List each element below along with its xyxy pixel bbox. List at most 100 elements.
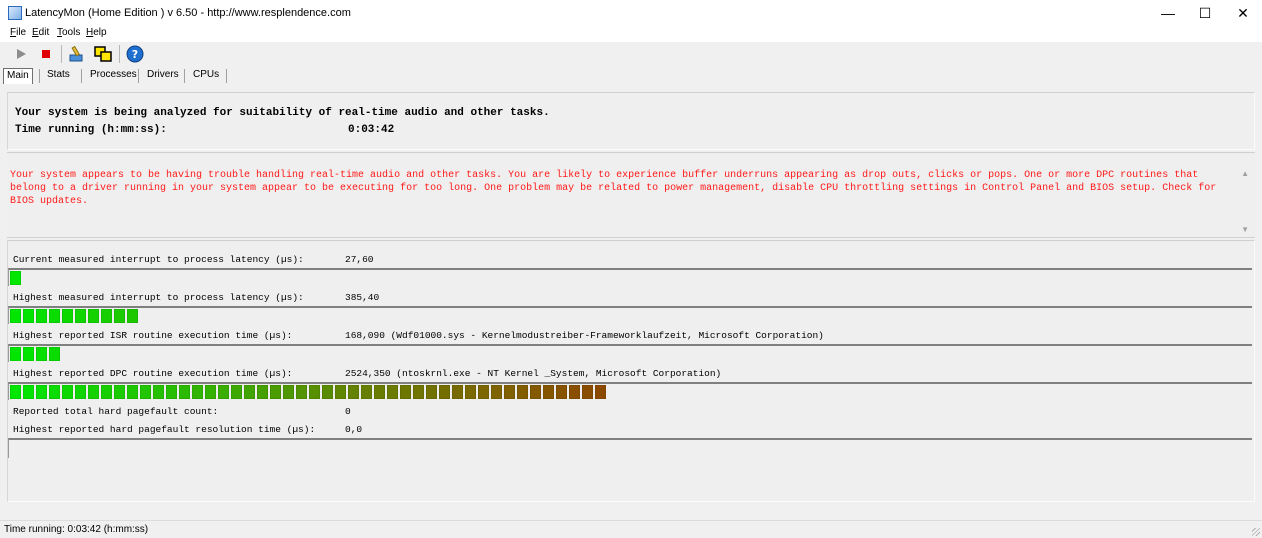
maximize-button[interactable]: ☐ xyxy=(1187,0,1223,26)
menu-file[interactable]: File xyxy=(10,27,26,38)
bar-segment xyxy=(10,271,21,285)
analysis-status: Your system is being analyzed for suitab… xyxy=(15,107,550,119)
bar-segment xyxy=(23,309,34,323)
bar-segment xyxy=(244,385,255,399)
bar-segment xyxy=(10,385,21,399)
time-running-value: 0:03:42 xyxy=(348,124,395,136)
bar-segment xyxy=(348,385,359,399)
tab-separator xyxy=(39,69,40,83)
pagefault-time-bar xyxy=(8,438,1252,458)
play-icon[interactable] xyxy=(12,45,30,63)
help-icon[interactable]: ? xyxy=(126,45,144,63)
window-title: LatencyMon (Home Edition ) v 6.50 - http… xyxy=(25,7,351,19)
svg-text:?: ? xyxy=(132,48,138,61)
menu-help[interactable]: Help xyxy=(86,27,107,38)
tab-separator xyxy=(226,69,227,83)
bar-segment xyxy=(36,385,47,399)
bar-segment xyxy=(114,385,125,399)
drivers-icon[interactable] xyxy=(68,45,86,63)
bar-segment xyxy=(75,309,86,323)
bar-segment xyxy=(231,385,242,399)
bar-segment xyxy=(36,347,47,361)
highest-latency-bar-fill xyxy=(10,309,138,323)
tab-processes[interactable]: Processes xyxy=(87,68,140,84)
scroll-down-arrow[interactable]: ▼ xyxy=(1241,225,1249,234)
highest-latency-value: 385,40 xyxy=(345,292,380,303)
pagefault-count-label: Reported total hard pagefault count: xyxy=(13,406,219,417)
isr-time-bar xyxy=(8,344,1252,362)
tab-stats[interactable]: Stats xyxy=(44,68,73,84)
time-running-label: Time running (h:mm:ss): xyxy=(15,124,167,136)
bar-segment xyxy=(582,385,593,399)
toolbar-separator xyxy=(119,45,120,63)
tab-separator xyxy=(81,69,82,83)
title-bar: LatencyMon (Home Edition ) v 6.50 - http… xyxy=(0,0,1262,26)
bar-segment xyxy=(478,385,489,399)
bar-segment xyxy=(179,385,190,399)
bar-segment xyxy=(36,309,47,323)
scroll-up-arrow[interactable]: ▲ xyxy=(1241,169,1249,178)
tab-bar: Main Stats Processes Drivers CPUs xyxy=(0,66,1262,86)
tab-separator xyxy=(138,69,139,83)
status-bar: Time running: 0:03:42 (h:mm:ss) xyxy=(0,520,1262,538)
menu-edit[interactable]: Edit xyxy=(32,27,49,38)
bar-segment xyxy=(218,385,229,399)
bar-segment xyxy=(62,309,73,323)
app-icon xyxy=(8,6,22,20)
bar-segment xyxy=(335,385,346,399)
tab-cpus[interactable]: CPUs xyxy=(190,68,222,84)
bar-segment xyxy=(75,385,86,399)
bar-segment xyxy=(23,347,34,361)
processors-icon[interactable] xyxy=(94,45,112,63)
bar-segment xyxy=(114,309,125,323)
current-latency-label: Current measured interrupt to process la… xyxy=(13,254,304,265)
bar-segment xyxy=(504,385,515,399)
minimize-button[interactable]: — xyxy=(1150,0,1186,26)
toolbar-separator xyxy=(61,45,62,63)
bar-segment xyxy=(153,385,164,399)
tab-drivers[interactable]: Drivers xyxy=(144,68,182,84)
current-latency-bar xyxy=(8,268,1252,286)
tab-separator xyxy=(184,69,185,83)
summary-panel: Your system is being analyzed for suitab… xyxy=(7,92,1255,150)
bar-segment xyxy=(49,347,60,361)
bar-segment xyxy=(10,309,21,323)
dpc-time-bar-fill xyxy=(10,385,606,399)
tab-main[interactable]: Main xyxy=(3,68,33,84)
bar-segment xyxy=(517,385,528,399)
dpc-time-value: 2524,350 (ntoskrnl.exe - NT Kernel _Syst… xyxy=(345,368,722,379)
dpc-time-label: Highest reported DPC routine execution t… xyxy=(13,368,293,379)
close-button[interactable]: ✕ xyxy=(1225,0,1261,26)
bar-segment xyxy=(439,385,450,399)
highest-latency-label: Highest measured interrupt to process la… xyxy=(13,292,304,303)
bar-segment xyxy=(400,385,411,399)
bar-segment xyxy=(322,385,333,399)
bar-segment xyxy=(270,385,281,399)
isr-time-bar-fill xyxy=(10,347,60,361)
warning-message-box[interactable]: Your system appears to be having trouble… xyxy=(7,152,1255,238)
warning-message: Your system appears to be having trouble… xyxy=(10,170,1217,207)
bar-segment xyxy=(556,385,567,399)
current-latency-value: 27,60 xyxy=(345,254,374,265)
bar-segment xyxy=(49,385,60,399)
menu-bar: File Edit Tools Help xyxy=(0,26,1262,42)
resize-grip-icon[interactable] xyxy=(1252,528,1260,536)
bar-segment xyxy=(361,385,372,399)
bar-segment xyxy=(569,385,580,399)
current-latency-bar-fill xyxy=(10,271,21,285)
bar-segment xyxy=(374,385,385,399)
bar-segment xyxy=(387,385,398,399)
isr-time-value: 168,090 (Wdf01000.sys - Kernelmodustreib… xyxy=(345,330,824,341)
bar-segment xyxy=(127,385,138,399)
bar-segment xyxy=(491,385,502,399)
bar-segment xyxy=(296,385,307,399)
menu-tools[interactable]: Tools xyxy=(57,27,80,38)
isr-time-label: Highest reported ISR routine execution t… xyxy=(13,330,293,341)
stop-icon[interactable] xyxy=(37,45,55,63)
bar-segment xyxy=(166,385,177,399)
highest-latency-bar xyxy=(8,306,1252,324)
bar-segment xyxy=(62,385,73,399)
bar-segment xyxy=(88,385,99,399)
dpc-time-bar xyxy=(8,382,1252,400)
bar-segment xyxy=(10,347,21,361)
